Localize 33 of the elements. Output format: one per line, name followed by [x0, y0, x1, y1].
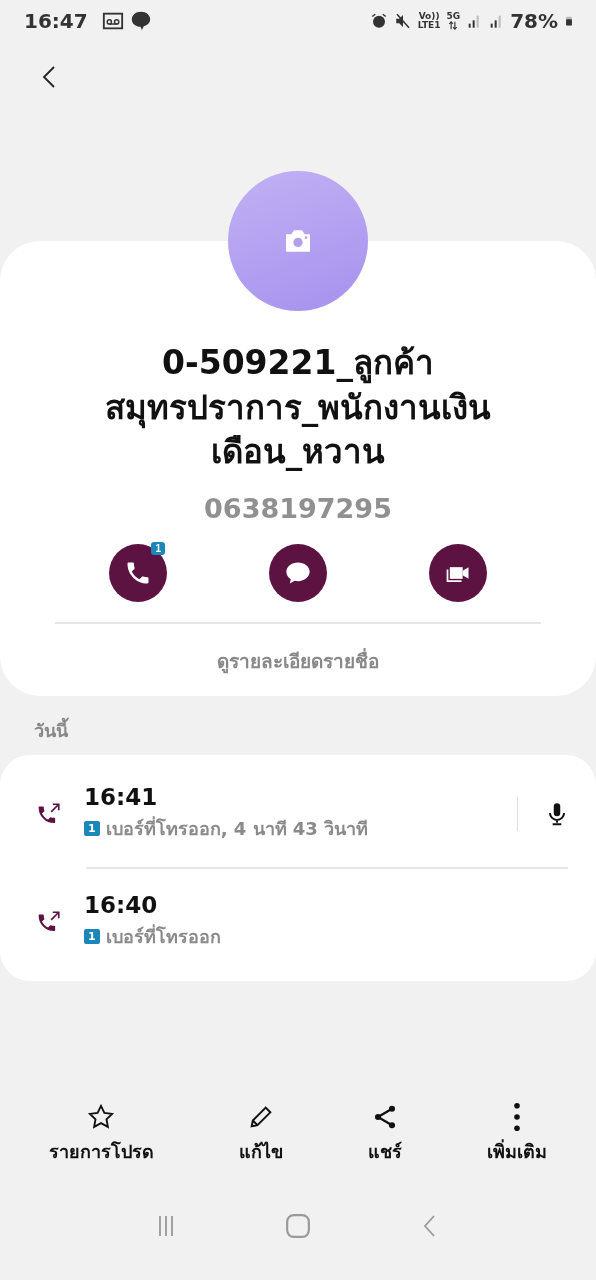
volte-label: Vo)): [418, 12, 440, 21]
sim-badge: 1: [84, 821, 100, 837]
home-icon: [285, 1213, 311, 1239]
call-log-item[interactable]: 16:40 1 เบอร์ที่โทรออก: [0, 868, 596, 975]
voicemail-icon: [101, 10, 124, 32]
toolbar-button[interactable]: เพิ่มเติม: [487, 1103, 548, 1166]
contact-name: 0-509221_ลูกค้าสมุทรปราการ_พนักงานเงินเดือน_หวาน: [103, 342, 493, 474]
call-log-item[interactable]: 16:41 1 เบอร์ที่โทรออก, 4 นาที 43 วินาที: [0, 760, 596, 867]
alarm-icon: [369, 12, 388, 30]
message-button[interactable]: [269, 543, 327, 602]
data-arrows-icon: [448, 21, 459, 30]
network-label: 5G: [446, 12, 461, 21]
toolbar-button[interactable]: แชร์: [368, 1103, 403, 1166]
video-call-button[interactable]: [429, 543, 487, 602]
lte-label: LTE1: [417, 21, 441, 30]
mute-icon: [393, 12, 412, 30]
sim-badge: 1: [84, 929, 100, 945]
clock-time: 16:47: [24, 9, 88, 33]
call-description: เบอร์ที่โทรออก: [105, 923, 221, 950]
call-time: 16:41: [84, 784, 159, 811]
phone-number: 0638197295: [204, 492, 392, 524]
count-badge: 1: [151, 541, 165, 555]
toolbar-button[interactable]: แก้ไข: [238, 1103, 283, 1166]
toolbar-button[interactable]: รายการโปรด: [48, 1103, 154, 1166]
star-icon: [87, 1103, 116, 1131]
call-time: 16:40: [84, 892, 159, 919]
view-details-link[interactable]: ดูรายละเอียดรายชื่อ: [217, 645, 379, 676]
battery-percent: 78%: [510, 9, 558, 33]
call-description: เบอร์ที่โทรออก, 4 นาที 43 วินาที: [105, 815, 369, 842]
chat-bubble-icon: [129, 10, 152, 32]
section-heading: วันนี้: [33, 716, 70, 743]
more-icon: [514, 1103, 521, 1131]
call-button[interactable]: 1: [109, 543, 167, 602]
